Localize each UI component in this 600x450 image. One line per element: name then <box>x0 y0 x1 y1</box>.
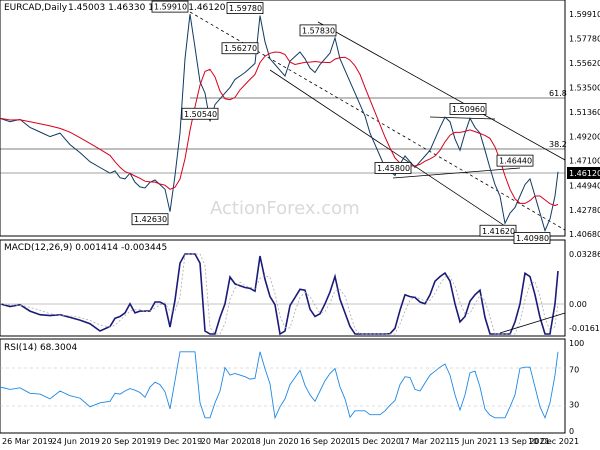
price-annotation: 1.50960 <box>449 103 487 115</box>
price-tick-label: 1.55620 <box>569 59 600 68</box>
x-tick-label: 24 Jun 2019 <box>52 437 100 446</box>
annotation-label: 1.59780 <box>229 4 262 13</box>
annotation-label: 1.45800 <box>377 164 410 173</box>
x-tick-label: 10 Dec 2021 <box>528 437 579 446</box>
price-tick-label: 1.53500 <box>569 83 600 92</box>
rsi-header: RSI(14) 68.3004 <box>4 343 77 353</box>
fib-382-label: 38.2 <box>549 140 567 149</box>
annotation-label: 1.40980 <box>516 234 549 243</box>
price-annotation: 1.46440 <box>496 154 534 167</box>
current-price-tag: 1.46120 <box>569 169 600 178</box>
macd-axis: 0.03286 0.00 -0.016151 <box>569 250 600 333</box>
price-tick-label: 1.40680 <box>569 230 600 239</box>
x-tick-label: 16 Sep 2020 <box>300 437 351 446</box>
annotation-label: 1.50960 <box>452 105 485 114</box>
annotation-label: 1.57830 <box>302 26 335 35</box>
price-annotation: 1.59780 <box>226 2 264 15</box>
annotation-label: 1.42630 <box>134 215 167 224</box>
fib-618-label: 61.8 <box>549 89 567 98</box>
eurcad-chart: ActionForex.com EURCAD,Daily 1.45003 1.4… <box>0 0 600 446</box>
rsi-tick-label: 0 <box>569 427 574 436</box>
price-tick-label: 1.47100 <box>569 157 600 166</box>
price-axis: 1.59910 1.57780 1.55620 1.53500 1.51360 1.492… <box>569 10 600 239</box>
x-tick-label: 26 Mar 2019 <box>2 437 53 446</box>
price-tick-label: 1.42780 <box>569 206 600 215</box>
x-tick-label: 20 Sep 2019 <box>101 437 152 446</box>
macd-tick-label: 0.03286 <box>569 250 600 259</box>
price-tick-label: 1.59910 <box>569 10 600 19</box>
price-tick-label: 1.57780 <box>569 34 600 43</box>
rsi-tick-label: 30 <box>569 401 579 410</box>
price-annotation: 1.40980 <box>513 232 551 244</box>
annotation-label: 1.56270 <box>224 44 257 53</box>
price-annotation: 1.56270 <box>221 42 259 55</box>
price-annotation: 1.42630 <box>131 213 169 226</box>
price-header-symbol: EURCAD,Daily <box>4 3 68 13</box>
chart-root: ActionForex.com EURCAD,Daily 1.45003 1.4… <box>0 0 600 450</box>
x-axis: 26 Mar 201924 Jun 2019 20 Sep 201919 Dec … <box>2 437 579 446</box>
rsi-tick-label: 100 <box>569 339 584 348</box>
annotation-label: 1.41620 <box>482 227 515 236</box>
watermark: ActionForex.com <box>210 198 360 219</box>
price-annotation: 1.45800 <box>374 162 412 174</box>
x-tick-label: 15 Dec 2020 <box>350 437 401 446</box>
price-annotation: 1.57830 <box>299 24 337 37</box>
price-annotation: 1.59910 <box>151 0 189 13</box>
macd-tick-label: 0.00 <box>569 300 587 309</box>
annotation-label: 1.59910 <box>154 3 187 12</box>
annotation-label: 1.50540 <box>184 110 217 119</box>
price-tick-label: 1.51360 <box>569 108 600 117</box>
macd-header: MACD(12,26,9) 0.001414 -0.003445 <box>4 243 167 253</box>
price-tick-label: 1.49200 <box>569 133 600 142</box>
price-annotation: 1.50540 <box>181 107 219 120</box>
price-annotation: 1.41620 <box>479 224 517 237</box>
rsi-tick-label: 70 <box>569 365 579 374</box>
x-tick-label: 20 Mar 2020 <box>201 437 252 446</box>
price-header-ohlc: 1.45003 1.46330 1.44886 1.46120 <box>68 3 226 13</box>
x-tick-label: 19 Dec 2019 <box>151 437 202 446</box>
macd-tick-label: -0.016151 <box>569 324 600 333</box>
rsi-axis: 100 70 30 0 <box>569 339 584 436</box>
x-tick-label: 18 Jun 2020 <box>250 437 298 446</box>
rsi-panel <box>0 338 566 434</box>
price-tick-label: 1.44940 <box>569 181 600 190</box>
annotation-label: 1.46440 <box>499 157 532 166</box>
x-tick-label: 15 Jun 2021 <box>449 437 497 446</box>
x-tick-label: 17 Mar 2021 <box>400 437 451 446</box>
